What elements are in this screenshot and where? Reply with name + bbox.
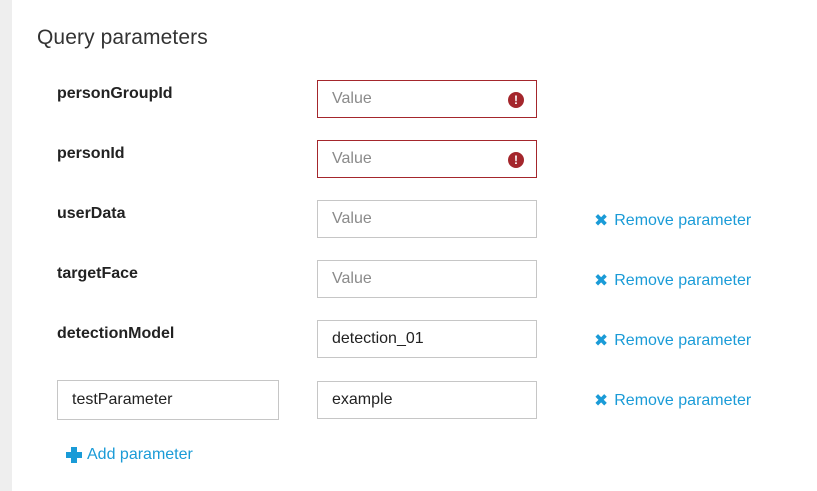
param-value-personGroupId[interactable]: !: [317, 80, 537, 118]
param-name-targetFace: targetFace: [57, 265, 138, 282]
section-title: Query parameters: [37, 26, 208, 49]
param-value-detectionModel[interactable]: [317, 320, 537, 358]
error-icon: !: [508, 152, 524, 168]
custom-param-name-input[interactable]: [58, 381, 278, 419]
param-value-input-detectionModel[interactable]: [318, 321, 536, 357]
remove-parameter-detectionModel[interactable]: ✖ Remove parameter: [594, 331, 751, 351]
custom-param-name-field[interactable]: [57, 380, 279, 420]
param-name-personId: personId: [57, 145, 125, 162]
remove-parameter-label: Remove parameter: [614, 272, 752, 289]
add-parameter-button[interactable]: Add parameter: [66, 446, 193, 464]
x-icon: ✖: [594, 331, 609, 350]
x-icon: ✖: [594, 391, 609, 410]
query-parameters-panel: Query parameters personGroupId ! personI…: [0, 0, 817, 491]
add-parameter-label: Add parameter: [87, 446, 193, 463]
param-value-personId[interactable]: !: [317, 140, 537, 178]
remove-parameter-userData[interactable]: ✖ Remove parameter: [594, 211, 751, 231]
error-icon: !: [508, 92, 524, 108]
x-icon: ✖: [594, 211, 609, 230]
left-gutter: [0, 0, 12, 491]
x-icon: ✖: [594, 271, 609, 290]
param-name-userData: userData: [57, 205, 126, 222]
param-value-input-userData[interactable]: [318, 201, 536, 237]
remove-parameter-label: Remove parameter: [614, 212, 752, 229]
param-name-personGroupId: personGroupId: [57, 85, 173, 102]
plus-icon: [66, 447, 82, 463]
param-name-detectionModel: detectionModel: [57, 325, 175, 342]
custom-param-value-input[interactable]: [318, 382, 536, 418]
remove-parameter-label: Remove parameter: [614, 332, 752, 349]
param-value-userData[interactable]: [317, 200, 537, 238]
param-value-input-personGroupId[interactable]: [318, 81, 536, 117]
param-value-input-personId[interactable]: [318, 141, 536, 177]
custom-param-value-field[interactable]: [317, 381, 537, 419]
param-value-input-targetFace[interactable]: [318, 261, 536, 297]
remove-parameter-targetFace[interactable]: ✖ Remove parameter: [594, 271, 751, 291]
remove-parameter-custom[interactable]: ✖ Remove parameter: [594, 391, 751, 411]
remove-parameter-label: Remove parameter: [614, 392, 752, 409]
param-value-targetFace[interactable]: [317, 260, 537, 298]
